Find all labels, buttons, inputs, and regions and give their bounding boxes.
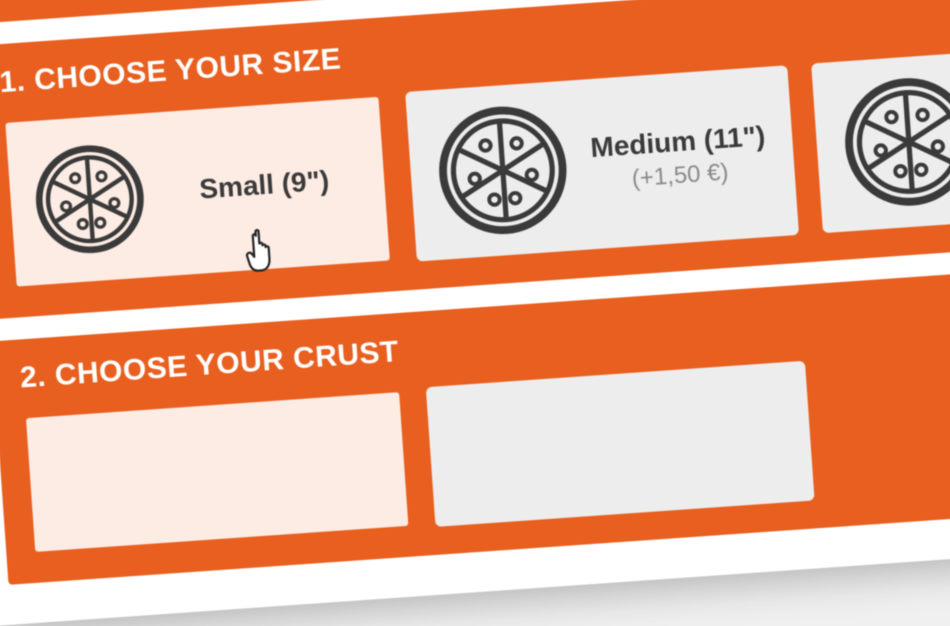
page-content: 1. Choose Your Size [0,0,950,626]
size-option-label: Medium (11") [589,120,766,164]
size-option-large[interactable]: Large (13") (+3,00 €) [811,37,950,233]
size-option-medium[interactable]: Medium (11") (+1,50 €) [405,65,799,261]
pizza-icon [433,101,572,240]
app-window: 1. Choose Your Size [0,0,950,626]
pizza-icon [31,141,148,258]
pizza-icon [840,73,950,212]
pointer-cursor-icon [241,224,284,277]
size-section: 1. Choose Your Size [0,0,950,319]
crust-option[interactable] [23,389,412,555]
crust-option[interactable] [426,361,815,527]
size-option-small[interactable]: Small (9") [2,94,393,290]
size-option-price: (+1,50 €) [631,159,729,194]
crust-section: 2. Choose Your Crust [0,261,950,585]
size-option-label: Small (9") [198,165,330,206]
